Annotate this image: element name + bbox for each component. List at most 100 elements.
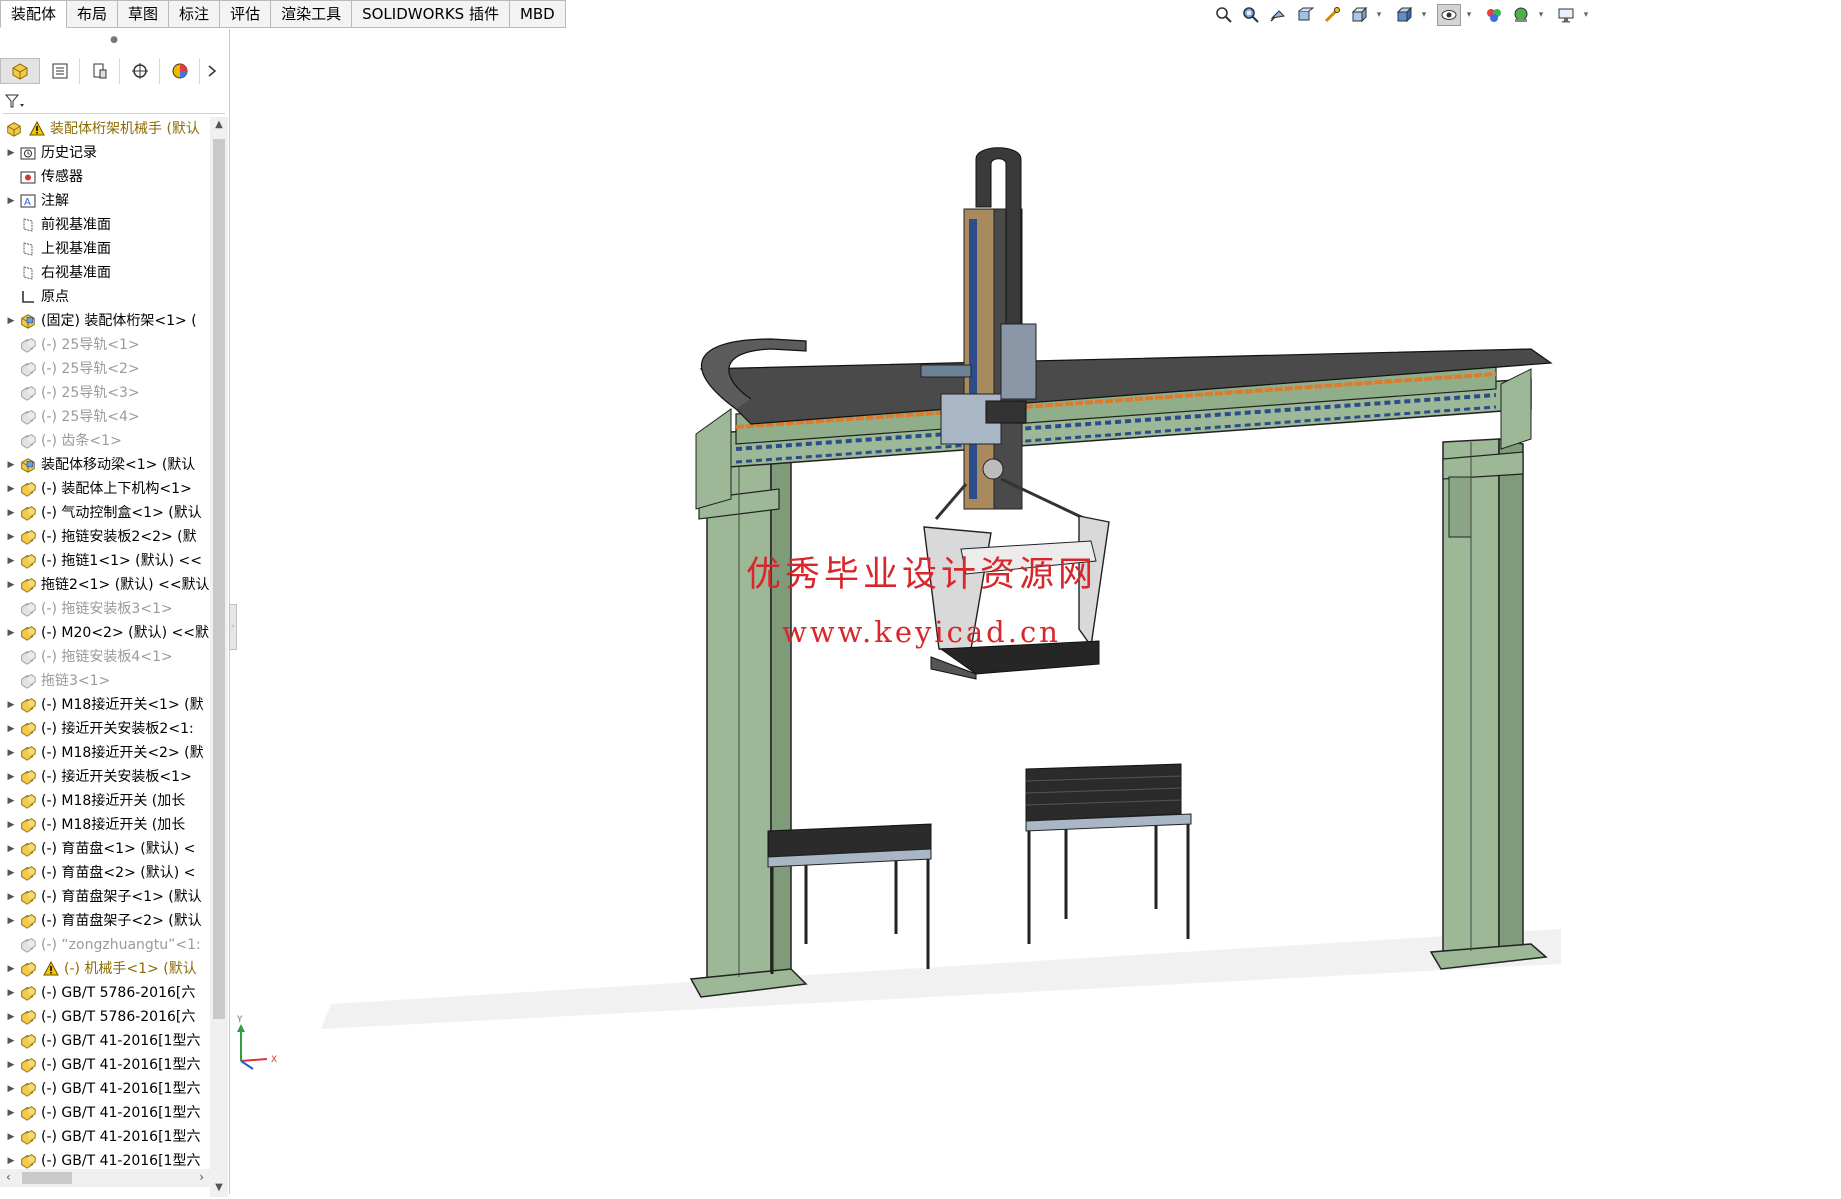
view-orientation-icon[interactable] (1347, 4, 1371, 26)
panel-grip-icon[interactable]: ● (0, 35, 228, 45)
tree-item[interactable]: ▶ (-) M18接近开关 (加长 (0, 813, 210, 837)
command-tab[interactable]: 渲染工具 (271, 0, 353, 28)
previous-view-icon[interactable] (1266, 4, 1290, 26)
expand-arrow-icon[interactable]: ▶ (4, 1077, 18, 1101)
expand-arrow-icon[interactable]: ▶ (4, 477, 18, 501)
expand-arrow-icon[interactable]: ▶ (4, 1125, 18, 1149)
expand-arrow-icon[interactable]: ▶ (4, 885, 18, 909)
tree-item[interactable]: ▶ (-) 育苗盘<2> (默认) < (0, 861, 210, 885)
command-tab[interactable]: 布局 (67, 0, 119, 28)
dropdown-icon[interactable]: ▾ (1464, 10, 1474, 20)
tree-item[interactable]: ▶ (-) 接近开关安装板2<1: (0, 717, 210, 741)
zoom-to-fit-icon[interactable] (1212, 4, 1236, 26)
tree-item[interactable]: ▶ (-) 接近开关安装板<1> (0, 765, 210, 789)
expand-arrow-icon[interactable]: ▶ (4, 189, 18, 213)
expand-arrow-icon[interactable]: ▶ (4, 501, 18, 525)
tree-item[interactable]: ▶ 装配体移动梁<1> (默认 (0, 453, 210, 477)
displaymanager-icon[interactable] (160, 58, 200, 84)
tree-item[interactable]: (-) 拖链安装板4<1> (0, 645, 210, 669)
zoom-to-area-icon[interactable] (1239, 4, 1263, 26)
command-tab[interactable]: 草图 (118, 0, 170, 28)
more-tabs-chevron-icon[interactable] (200, 58, 224, 84)
scroll-thumb[interactable] (213, 139, 225, 1019)
tree-item[interactable]: 拖链3<1> (0, 669, 210, 693)
tree-item[interactable]: ▶ (-) 育苗盘架子<2> (默认 (0, 909, 210, 933)
expand-arrow-icon[interactable]: ▶ (4, 1053, 18, 1077)
expand-arrow-icon[interactable]: ▶ (4, 981, 18, 1005)
dynamic-annotation-icon[interactable] (1320, 4, 1344, 26)
expand-arrow-icon[interactable]: ▶ (4, 309, 18, 333)
dropdown-icon[interactable]: ▾ (1536, 10, 1546, 20)
tree-root[interactable]: 装配体桁架机械手 (默认 (0, 117, 210, 141)
tree-item[interactable]: 右视基准面 (0, 261, 210, 285)
tree-item[interactable]: ▶ (-) GB/T 41-2016[1型六 (0, 1077, 210, 1101)
tree-item[interactable]: ▶ (-) GB/T 41-2016[1型六 (0, 1125, 210, 1149)
hscroll-thumb[interactable] (22, 1172, 72, 1184)
expand-arrow-icon[interactable]: ▶ (4, 741, 18, 765)
tree-item[interactable]: ▶ (-) 拖链1<1> (默认) << (0, 549, 210, 573)
tree-item[interactable]: (-) 25导轨<2> (0, 357, 210, 381)
command-tab[interactable]: SOLIDWORKS 插件 (352, 0, 510, 28)
assembly-model-view[interactable]: Y X (231, 29, 1841, 1194)
tree-item[interactable]: ▶ (-) GB/T 41-2016[1型六 (0, 1053, 210, 1077)
expand-arrow-icon[interactable]: ▶ (4, 693, 18, 717)
tree-item[interactable]: 前视基准面 (0, 213, 210, 237)
tree-item[interactable]: ▶ (-) M18接近开关 (加长 (0, 789, 210, 813)
tree-item[interactable]: (-) 齿条<1> (0, 429, 210, 453)
tree-item[interactable]: ▶ (-) 气动控制盒<1> (默认 (0, 501, 210, 525)
scroll-down-icon[interactable]: ▼ (210, 1182, 228, 1193)
expand-arrow-icon[interactable]: ▶ (4, 837, 18, 861)
tree-item[interactable]: (-) 25导轨<3> (0, 381, 210, 405)
section-view-icon[interactable] (1293, 4, 1317, 26)
tree-item[interactable]: 原点 (0, 285, 210, 309)
tree-item[interactable]: (-) 25导轨<1> (0, 333, 210, 357)
dimxpertmanager-icon[interactable] (120, 58, 160, 84)
graphics-area[interactable]: Y X 优秀毕业设计资源网 www.keyicad.cn (231, 29, 1841, 1194)
display-style-icon[interactable] (1392, 4, 1416, 26)
expand-arrow-icon[interactable]: ▶ (4, 573, 18, 597)
dropdown-icon[interactable]: ▾ (1581, 10, 1591, 20)
filter-icon[interactable] (3, 91, 27, 111)
command-tab[interactable]: 评估 (220, 0, 272, 28)
edit-appearance-icon[interactable] (1482, 4, 1506, 26)
expand-arrow-icon[interactable]: ▶ (4, 957, 18, 981)
expand-arrow-icon[interactable]: ▶ (4, 717, 18, 741)
tree-filter[interactable] (3, 89, 225, 114)
scroll-right-icon[interactable]: › (199, 1170, 204, 1184)
tree-item[interactable]: ▶ A 注解 (0, 189, 210, 213)
expand-arrow-icon[interactable]: ▶ (4, 765, 18, 789)
tree-item[interactable]: ▶ (-) 育苗盘<1> (默认) < (0, 837, 210, 861)
expand-arrow-icon[interactable]: ▶ (4, 1005, 18, 1029)
command-tab[interactable]: MBD (509, 0, 566, 28)
command-tab[interactable]: 装配体 (0, 0, 68, 28)
scroll-left-icon[interactable]: ‹ (6, 1170, 11, 1184)
expand-arrow-icon[interactable]: ▶ (4, 909, 18, 933)
tree-item[interactable]: ▶ (-) 拖链安装板2<2> (默 (0, 525, 210, 549)
tree-item[interactable]: ▶ 拖链2<1> (默认) <<默认 (0, 573, 210, 597)
dropdown-icon[interactable]: ▾ (1374, 10, 1384, 20)
tree-item[interactable]: ▶ (-) M20<2> (默认) <<默 (0, 621, 210, 645)
expand-arrow-icon[interactable]: ▶ (4, 1101, 18, 1125)
tree-item[interactable]: 上视基准面 (0, 237, 210, 261)
tree-item[interactable]: ▶ (-) 育苗盘架子<1> (默认 (0, 885, 210, 909)
tree-item[interactable]: 传感器 (0, 165, 210, 189)
tree-item[interactable]: (-) 拖链安装板3<1> (0, 597, 210, 621)
apply-scene-icon[interactable] (1509, 4, 1533, 26)
tree-item[interactable]: ▶ 历史记录 (0, 141, 210, 165)
expand-arrow-icon[interactable]: ▶ (4, 789, 18, 813)
command-tab[interactable]: 标注 (169, 0, 221, 28)
propertymanager-icon[interactable] (40, 58, 80, 84)
tree-horizontal-scrollbar[interactable]: ‹ › (0, 1169, 210, 1187)
hide-show-items-icon[interactable] (1437, 4, 1461, 26)
tree-item[interactable]: ▶ (固定) 装配体桁架<1> ( (0, 309, 210, 333)
tree-item[interactable]: ▶ (-) M18接近开关<2> (默 (0, 741, 210, 765)
tree-item[interactable]: ▶ (-) 装配体上下机构<1> (0, 477, 210, 501)
expand-arrow-icon[interactable]: ▶ (4, 621, 18, 645)
tree-item[interactable]: ▶ (-) GB/T 41-2016[1型六 (0, 1029, 210, 1053)
expand-arrow-icon[interactable]: ▶ (4, 141, 18, 165)
dropdown-icon[interactable]: ▾ (1419, 10, 1429, 20)
tree-item[interactable]: ▶ (-) GB/T 5786-2016[六 (0, 981, 210, 1005)
expand-arrow-icon[interactable]: ▶ (4, 453, 18, 477)
view-settings-icon[interactable] (1554, 4, 1578, 26)
expand-arrow-icon[interactable]: ▶ (4, 813, 18, 837)
